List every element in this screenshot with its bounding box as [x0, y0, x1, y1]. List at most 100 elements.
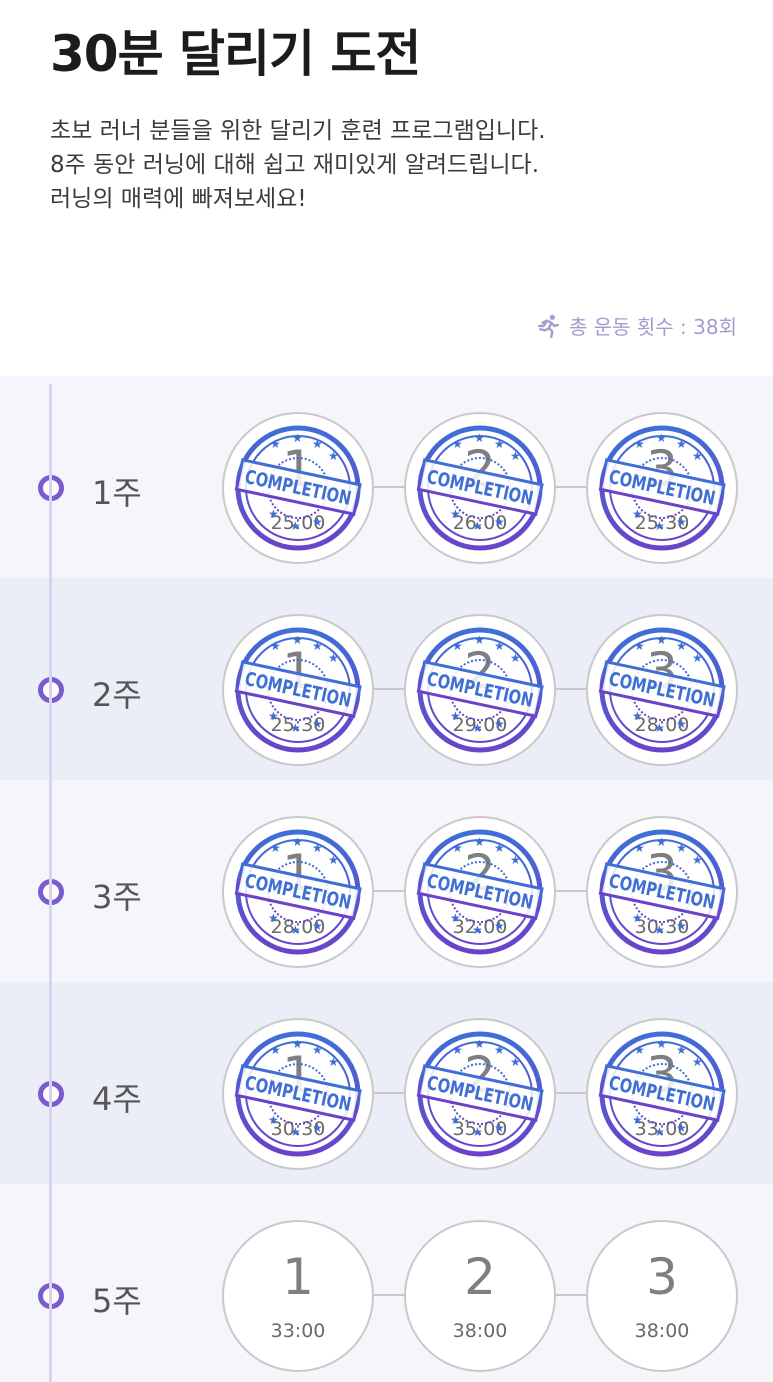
- completion-stamp-icon: ★ ★ ★★★★ ★ COMPLETION: [598, 829, 726, 955]
- svg-text:★: ★: [676, 515, 687, 529]
- week-label: 5주: [92, 1282, 142, 1320]
- svg-text:★: ★: [494, 919, 505, 933]
- session-button[interactable]: 1 28:00 ★ ★ ★ ★ ★ ★ ★ COMPLETION: [222, 816, 374, 968]
- session-button[interactable]: 2 38:00: [404, 1220, 556, 1372]
- svg-text:★: ★: [474, 633, 485, 647]
- svg-text:★: ★: [676, 1043, 687, 1057]
- svg-text:★: ★: [268, 1113, 279, 1127]
- session-button[interactable]: 3 28:00 ★ ★ ★ ★ ★ ★ ★ COMPLETION: [586, 614, 738, 766]
- total-workouts-text: 총 운동 횟수 : 38회: [568, 315, 737, 339]
- svg-text:★: ★: [692, 449, 703, 463]
- svg-text:★: ★: [292, 1037, 303, 1051]
- svg-text:★: ★: [292, 633, 303, 647]
- week-label: 4주: [92, 1080, 142, 1118]
- program-description: 초보 러너 분들을 위한 달리기 훈련 프로그램입니다. 8주 동안 러닝에 대…: [50, 114, 546, 216]
- session-button[interactable]: 1 30:30 ★ ★ ★ ★ ★ ★ ★ COMPLETION: [222, 1018, 374, 1170]
- svg-text:★: ★: [676, 1121, 687, 1135]
- svg-text:★: ★: [312, 841, 323, 855]
- session-duration: 38:00: [452, 1320, 508, 1342]
- week-label: 1주: [92, 474, 142, 512]
- svg-text:★: ★: [472, 923, 483, 937]
- completion-stamp-icon: ★ ★ ★★★★ ★ COMPLETION: [416, 627, 544, 753]
- completion-stamp-icon: ★ ★ ★★★★ ★ COMPLETION: [598, 627, 726, 753]
- svg-text:★: ★: [450, 507, 461, 521]
- completion-stamp-icon: ★ ★ ★★★★ ★ COMPLETION: [416, 829, 544, 955]
- svg-text:★: ★: [634, 841, 645, 855]
- svg-text:★: ★: [634, 639, 645, 653]
- svg-text:★: ★: [290, 1125, 301, 1139]
- svg-text:★: ★: [676, 717, 687, 731]
- svg-text:★: ★: [494, 515, 505, 529]
- description-line: 초보 러너 분들을 위한 달리기 훈련 프로그램입니다.: [50, 118, 546, 144]
- svg-text:★: ★: [632, 507, 643, 521]
- completion-stamp-icon: ★ ★ ★★★★ ★ COMPLETION: [234, 829, 362, 955]
- week-row: 5주 1 33:00 2 38:00 3 38:00: [0, 1184, 773, 1382]
- session-button[interactable]: 3 38:00: [586, 1220, 738, 1372]
- session-button[interactable]: 2 35:00 ★ ★ ★ ★ ★ ★ ★ COMPLETION: [404, 1018, 556, 1170]
- running-icon: [538, 314, 559, 338]
- svg-text:★: ★: [450, 911, 461, 925]
- svg-text:★: ★: [494, 1043, 505, 1057]
- total-workouts: 총 운동 횟수 : 38회: [535, 311, 737, 340]
- svg-text:★: ★: [328, 449, 339, 463]
- svg-text:★: ★: [328, 651, 339, 665]
- completion-stamp-icon: ★ ★ ★★★★ ★ COMPLETION: [598, 1031, 726, 1157]
- svg-text:★: ★: [654, 923, 665, 937]
- session-button[interactable]: 3 33:00 ★ ★ ★ ★ ★ ★ ★ COMPLETION: [586, 1018, 738, 1170]
- svg-text:★: ★: [312, 717, 323, 731]
- svg-text:★: ★: [510, 449, 521, 463]
- svg-text:★: ★: [654, 721, 665, 735]
- session-button[interactable]: 1 25:00 ★ ★ ★ ★ ★ ★ ★ COMPLETION: [222, 412, 374, 564]
- svg-text:★: ★: [676, 437, 687, 451]
- session-number: 2: [464, 1248, 496, 1306]
- svg-text:★: ★: [292, 431, 303, 445]
- svg-text:★: ★: [270, 1043, 281, 1057]
- svg-text:★: ★: [494, 717, 505, 731]
- session-button[interactable]: 3 25:30 ★ ★ ★ ★ ★ ★ ★ COMPLETION: [586, 412, 738, 564]
- session-button[interactable]: 2 32:00 ★ ★ ★ ★ ★ ★ ★ COMPLETION: [404, 816, 556, 968]
- svg-text:★: ★: [654, 519, 665, 533]
- svg-text:★: ★: [452, 639, 463, 653]
- week-label: 3주: [92, 878, 142, 916]
- description-line: 8주 동안 러닝에 대해 쉽고 재미있게 알려드립니다.: [50, 152, 540, 178]
- svg-text:★: ★: [270, 841, 281, 855]
- svg-text:★: ★: [676, 919, 687, 933]
- session-number: 1: [282, 1248, 314, 1306]
- svg-text:★: ★: [472, 721, 483, 735]
- svg-text:★: ★: [290, 721, 301, 735]
- svg-text:★: ★: [510, 651, 521, 665]
- session-button[interactable]: 2 29:00 ★ ★ ★ ★ ★ ★ ★ COMPLETION: [404, 614, 556, 766]
- svg-text:★: ★: [634, 1043, 645, 1057]
- svg-text:★: ★: [494, 437, 505, 451]
- svg-text:★: ★: [632, 709, 643, 723]
- svg-text:★: ★: [472, 519, 483, 533]
- completion-stamp-icon: ★ ★ ★★★★ ★ COMPLETION: [598, 425, 726, 551]
- svg-text:★: ★: [450, 709, 461, 723]
- week-row: 4주 1 30:30 ★ ★ ★ ★ ★ ★ ★ COMPLETION 2 35:00 ★ ★…: [0, 982, 773, 1184]
- session-button[interactable]: 1 25:30 ★ ★ ★ ★ ★ ★ ★ COMPLETION: [222, 614, 374, 766]
- svg-text:★: ★: [634, 437, 645, 451]
- svg-text:★: ★: [656, 431, 667, 445]
- svg-text:★: ★: [452, 841, 463, 855]
- completion-stamp-icon: ★ ★ ★★★★ ★ COMPLETION: [234, 425, 362, 551]
- svg-text:★: ★: [474, 835, 485, 849]
- svg-text:★: ★: [452, 437, 463, 451]
- svg-text:★: ★: [328, 853, 339, 867]
- svg-text:★: ★: [270, 437, 281, 451]
- svg-text:★: ★: [692, 651, 703, 665]
- svg-text:★: ★: [268, 709, 279, 723]
- session-button[interactable]: 1 33:00: [222, 1220, 374, 1372]
- week-row: 2주 1 25:30 ★ ★ ★ ★ ★ ★ ★ COMPLETION 2 29:00 ★ ★…: [0, 578, 773, 780]
- week-row: 3주 1 28:00 ★ ★ ★ ★ ★ ★ ★ COMPLETION 2 32:00 ★ ★…: [0, 780, 773, 982]
- svg-text:★: ★: [312, 437, 323, 451]
- svg-text:★: ★: [656, 1037, 667, 1051]
- svg-text:★: ★: [474, 431, 485, 445]
- session-button[interactable]: 2 26:00 ★ ★ ★ ★ ★ ★ ★ COMPLETION: [404, 412, 556, 564]
- svg-text:★: ★: [268, 911, 279, 925]
- svg-text:★: ★: [270, 639, 281, 653]
- description-line: 러닝의 매력에 빠져보세요!: [50, 186, 307, 212]
- week-list: 1주 1 25:00 ★ ★ ★ ★ ★ ★ ★ COMPLETION 2 26:00 ★ ★…: [0, 376, 773, 1382]
- week-label: 2주: [92, 676, 142, 714]
- svg-text:★: ★: [312, 515, 323, 529]
- session-button[interactable]: 3 30:30 ★ ★ ★ ★ ★ ★ ★ COMPLETION: [586, 816, 738, 968]
